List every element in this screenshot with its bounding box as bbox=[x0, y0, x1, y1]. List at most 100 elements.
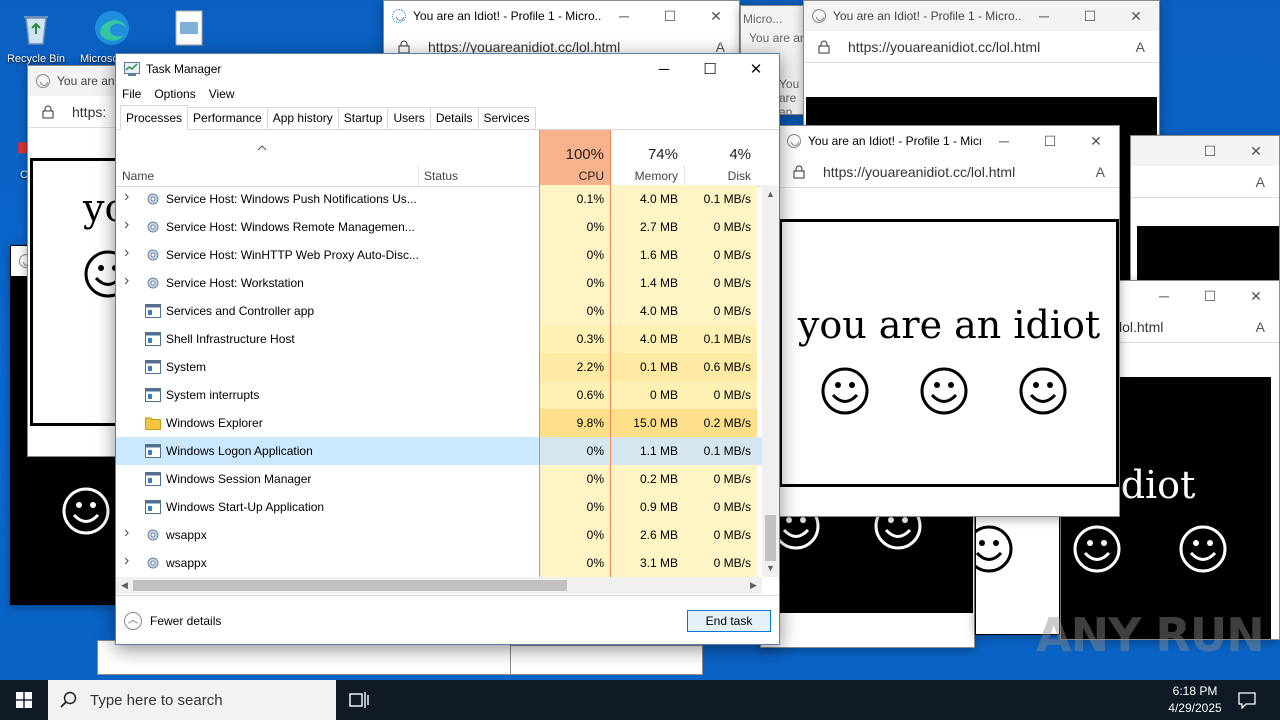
process-cpu: 0% bbox=[539, 241, 611, 269]
address-bar[interactable]: https://youareanidiot.cc/lol.html A bbox=[804, 31, 1159, 63]
process-row[interactable]: › Service Host: Windows Remote Managemen.… bbox=[116, 213, 762, 241]
task-view-icon[interactable] bbox=[349, 691, 369, 709]
minimize-button[interactable]: ─ bbox=[1021, 8, 1067, 24]
tab-app-history[interactable]: App history bbox=[266, 107, 339, 129]
window-titlebar[interactable]: You are an Idiot! - Profile 1 - Micro...… bbox=[384, 1, 739, 31]
tab-startup[interactable]: Startup bbox=[337, 107, 389, 129]
url-text: lol.html bbox=[1119, 318, 1164, 335]
scroll-up-icon[interactable]: ▲ bbox=[762, 189, 779, 199]
address-bar[interactable]: A bbox=[1131, 166, 1279, 198]
chevron-right-icon[interactable]: › bbox=[124, 216, 136, 234]
tab-services[interactable]: Services bbox=[477, 107, 536, 129]
maximize-button[interactable]: ☐ bbox=[687, 60, 733, 78]
menu-options[interactable]: Options bbox=[154, 87, 195, 101]
process-row[interactable]: › wsappx 0% 2.6 MB 0 MB/s bbox=[116, 521, 762, 549]
search-placeholder: Type here to search bbox=[90, 691, 223, 709]
process-disk: 0.1 MB/s bbox=[684, 185, 757, 213]
process-row[interactable]: System interrupts 0.6% 0 MB 0 MB/s bbox=[116, 381, 762, 409]
chevron-right-icon[interactable]: › bbox=[124, 272, 136, 290]
task-manager-icon bbox=[124, 62, 140, 76]
read-aloud-icon[interactable]: A bbox=[1256, 319, 1265, 335]
sort-ascending-icon bbox=[257, 145, 267, 151]
column-disk[interactable]: 4% Disk bbox=[684, 130, 757, 186]
scrollbar-thumb[interactable] bbox=[133, 580, 567, 591]
process-row[interactable]: › wsappx 0% 3.1 MB 0 MB/s bbox=[116, 549, 762, 577]
desktop-icon-file[interactable] bbox=[156, 8, 220, 53]
maximize-button[interactable]: ☐ bbox=[1187, 143, 1233, 160]
close-button[interactable]: ✕ bbox=[1233, 288, 1279, 305]
maximize-button[interactable]: ☐ bbox=[1027, 133, 1073, 150]
desktop-icon-recycle-bin[interactable]: Recycle Bin bbox=[4, 8, 68, 65]
process-status bbox=[418, 325, 539, 353]
browser-window-bottom-strip-2[interactable] bbox=[510, 645, 703, 675]
column-memory[interactable]: 74% Memory bbox=[611, 130, 684, 186]
address-bar[interactable]: https://youareanidiot.cc/lol.html A bbox=[779, 156, 1119, 188]
process-row[interactable]: Shell Infrastructure Host 0.3% 4.0 MB 0.1 M… bbox=[116, 325, 762, 353]
close-button[interactable]: ✕ bbox=[1233, 143, 1279, 160]
column-status[interactable]: Status bbox=[418, 130, 539, 186]
task-manager-window[interactable]: Task Manager ─ ☐ ✕ File Options View Pro… bbox=[115, 53, 780, 645]
process-name: wsappx bbox=[166, 556, 207, 570]
scroll-down-icon[interactable]: ▼ bbox=[762, 563, 779, 573]
read-aloud-icon[interactable]: A bbox=[1136, 39, 1145, 55]
maximize-button[interactable]: ☐ bbox=[1187, 288, 1233, 305]
process-row[interactable]: › Service Host: WinHTTP Web Proxy Auto-Di… bbox=[116, 241, 762, 269]
process-row[interactable]: System 2.2% 0.1 MB 0.6 MB/s bbox=[116, 353, 762, 381]
maximize-button[interactable]: ☐ bbox=[1067, 8, 1113, 25]
window-titlebar[interactable]: You are an Idiot! - Profile 1 - Micro...… bbox=[779, 126, 1119, 156]
scroll-right-icon[interactable]: ▶ bbox=[745, 577, 762, 594]
column-cpu[interactable]: 100% CPU bbox=[539, 130, 611, 186]
minimize-button[interactable]: ─ bbox=[601, 8, 647, 24]
scroll-left-icon[interactable]: ◀ bbox=[116, 577, 133, 594]
process-row[interactable]: Windows Explorer 9.8% 15.0 MB 0.2 MB/s bbox=[116, 409, 762, 437]
taskbar-search-box[interactable]: Type here to search bbox=[48, 680, 336, 720]
chevron-right-icon[interactable]: › bbox=[124, 188, 136, 206]
process-row[interactable]: Windows Session Manager 0% 0.2 MB 0 MB/s bbox=[116, 465, 762, 493]
close-button[interactable]: ✕ bbox=[693, 8, 739, 25]
menu-view[interactable]: View bbox=[209, 87, 235, 101]
clock-date: 4/29/2025 bbox=[1168, 701, 1222, 715]
process-disk: 0 MB/s bbox=[684, 493, 757, 521]
horizontal-scrollbar[interactable]: ◀ ▶ bbox=[116, 577, 762, 594]
process-row[interactable]: › Service Host: Windows Push Notification… bbox=[116, 185, 762, 213]
process-row[interactable]: Windows Logon Application 0% 1.1 MB 0.1 MB/… bbox=[116, 437, 762, 465]
minimize-button[interactable]: ─ bbox=[641, 61, 687, 78]
maximize-button[interactable]: ☐ bbox=[647, 8, 693, 25]
end-task-button[interactable]: End task bbox=[687, 610, 771, 632]
close-button[interactable]: ✕ bbox=[1073, 133, 1119, 150]
close-button[interactable]: ✕ bbox=[733, 60, 779, 78]
process-row[interactable]: Windows Start-Up Application 0% 0.9 MB 0 MB… bbox=[116, 493, 762, 521]
tab-details[interactable]: Details bbox=[429, 107, 479, 129]
close-button[interactable]: ✕ bbox=[1113, 8, 1159, 25]
start-button[interactable] bbox=[0, 680, 48, 720]
window-titlebar[interactable]: ☐ ✕ bbox=[1131, 136, 1279, 166]
minimize-button[interactable]: ─ bbox=[1141, 288, 1187, 304]
minimize-button[interactable]: ─ bbox=[981, 133, 1027, 149]
process-row[interactable]: Services and Controller app 0% 4.0 MB 0 MB/… bbox=[116, 297, 762, 325]
process-memory: 4.0 MB bbox=[611, 297, 684, 325]
smiley-icon bbox=[920, 367, 968, 415]
browser-window-center[interactable]: You are an Idiot! - Profile 1 - Micro...… bbox=[778, 125, 1120, 517]
chevron-right-icon[interactable]: › bbox=[124, 244, 136, 262]
menu-file[interactable]: File bbox=[122, 87, 141, 101]
task-manager-titlebar[interactable]: Task Manager ─ ☐ ✕ bbox=[116, 54, 779, 84]
process-memory: 1.6 MB bbox=[611, 241, 684, 269]
read-aloud-icon[interactable]: A bbox=[1256, 174, 1265, 190]
process-row[interactable]: › Service Host: Workstation 0% 1.4 MB 0 MB/s bbox=[116, 269, 762, 297]
tab-processes[interactable]: Processes bbox=[120, 105, 189, 130]
fewer-details-button[interactable]: ︿ Fewer details bbox=[124, 612, 221, 630]
window-titlebar[interactable]: You are an Idiot! - Profile 1 - Micro...… bbox=[804, 1, 1159, 31]
browser-window-bottom-strip[interactable] bbox=[97, 640, 512, 675]
browser-window-far-right[interactable]: ☐ ✕ A bbox=[1130, 135, 1280, 295]
browser-window-top[interactable]: You are an Idiot! - Profile 1 - Micro...… bbox=[383, 0, 740, 60]
vertical-scrollbar[interactable]: ▲ ▼ bbox=[762, 185, 779, 577]
column-name[interactable]: Name bbox=[116, 130, 418, 186]
read-aloud-icon[interactable]: A bbox=[1096, 164, 1105, 180]
tab-users[interactable]: Users bbox=[387, 107, 431, 129]
system-clock[interactable]: 6:18 PM 4/29/2025 bbox=[1160, 683, 1230, 717]
scrollbar-thumb[interactable] bbox=[765, 515, 776, 561]
tab-performance[interactable]: Performance bbox=[187, 107, 268, 129]
notification-center-icon[interactable] bbox=[1238, 691, 1256, 709]
chevron-right-icon[interactable]: › bbox=[124, 552, 136, 570]
chevron-right-icon[interactable]: › bbox=[124, 524, 136, 542]
